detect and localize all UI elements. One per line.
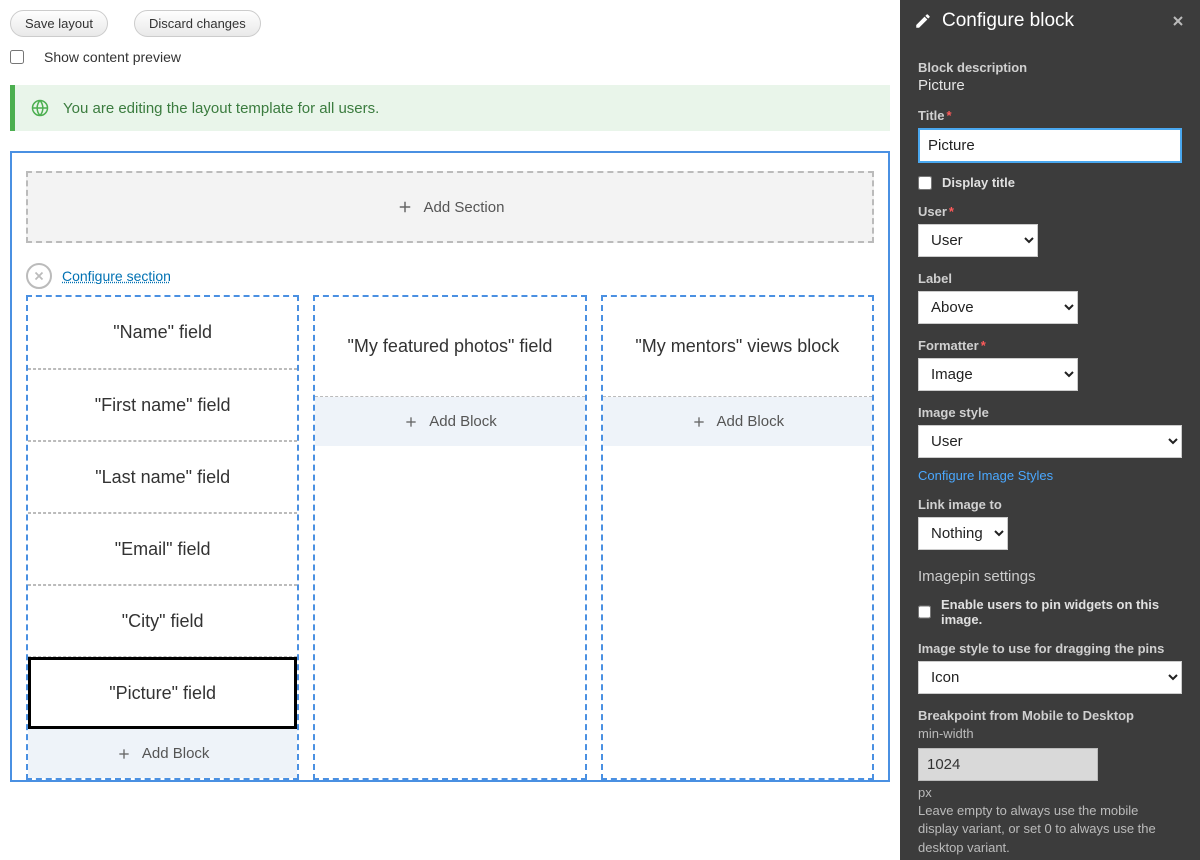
block-city-field[interactable]: "City" field (28, 585, 297, 657)
add-section-button[interactable]: Add Section (26, 171, 874, 243)
drag-style-select[interactable]: Icon (918, 661, 1182, 694)
section-header: Configure section (26, 263, 874, 289)
imagepin-settings-title: Imagepin settings (918, 568, 1182, 585)
layout-column-1: "Name" field "First name" field "Last na… (26, 295, 299, 780)
close-icon (32, 269, 46, 283)
label-label: Label (918, 271, 1182, 286)
user-select[interactable]: User (918, 224, 1038, 257)
block-description-label: Block description (918, 60, 1182, 75)
discard-changes-button[interactable]: Discard changes (134, 10, 261, 37)
configure-section-link[interactable]: Configure section (62, 268, 171, 284)
plus-icon (403, 414, 419, 430)
label-select[interactable]: Above (918, 291, 1078, 324)
panel-body: Block description Picture Title* Display… (900, 42, 1200, 860)
add-block-col1[interactable]: Add Block (28, 729, 297, 778)
layout-builder-main: Save layout Discard changes Show content… (0, 0, 900, 860)
pencil-icon (914, 12, 932, 30)
plus-icon (396, 198, 414, 216)
breakpoint-sub: min-width (918, 725, 1182, 743)
block-last-name-field[interactable]: "Last name" field (28, 441, 297, 513)
breakpoint-label: Breakpoint from Mobile to Desktop (918, 708, 1182, 723)
link-image-select[interactable]: Nothing (918, 517, 1008, 550)
close-icon[interactable] (1170, 13, 1186, 29)
enable-pin-checkbox[interactable] (918, 605, 931, 619)
user-label: User* (918, 204, 1182, 219)
add-block-label: Add Block (717, 413, 785, 430)
image-style-label: Image style (918, 405, 1182, 420)
formatter-label: Formatter* (918, 338, 1182, 353)
link-image-label: Link image to (918, 497, 1182, 512)
title-label: Title* (918, 108, 1182, 123)
block-email-field[interactable]: "Email" field (28, 513, 297, 585)
breakpoint-help: Leave empty to always use the mobile dis… (918, 802, 1182, 857)
toolbar: Save layout Discard changes (10, 10, 890, 37)
banner-text: You are editing the layout template for … (63, 100, 379, 117)
plus-icon (116, 746, 132, 762)
add-block-label: Add Block (429, 413, 497, 430)
layout-canvas: Add Section Configure section "Name" fie… (10, 151, 890, 782)
title-input[interactable] (918, 128, 1182, 163)
breakpoint-unit: px (918, 785, 1182, 800)
section-body: "Name" field "First name" field "Last na… (26, 295, 874, 780)
formatter-select[interactable]: Image (918, 358, 1078, 391)
add-block-label: Add Block (142, 745, 210, 762)
enable-pin-label: Enable users to pin widgets on this imag… (941, 597, 1182, 627)
display-title-checkbox[interactable] (918, 176, 932, 190)
block-first-name-field[interactable]: "First name" field (28, 369, 297, 441)
add-block-col3[interactable]: Add Block (603, 397, 872, 446)
drag-style-label: Image style to use for dragging the pins (918, 641, 1182, 656)
block-description-value: Picture (918, 77, 1182, 94)
display-title-label: Display title (942, 175, 1015, 190)
block-picture-field[interactable]: "Picture" field (28, 657, 297, 729)
content-preview-label: Show content preview (44, 49, 181, 65)
layout-column-3: "My mentors" views block Add Block (601, 295, 874, 780)
block-my-mentors-views[interactable]: "My mentors" views block (603, 297, 872, 397)
image-style-select[interactable]: User (918, 425, 1182, 458)
panel-header: Configure block (900, 0, 1200, 42)
block-name-field[interactable]: "Name" field (28, 297, 297, 369)
breakpoint-input[interactable] (918, 748, 1098, 781)
block-my-featured-photos-field[interactable]: "My featured photos" field (315, 297, 584, 397)
add-block-col2[interactable]: Add Block (315, 397, 584, 446)
content-preview-toggle: Show content preview (10, 49, 890, 65)
remove-section-button[interactable] (26, 263, 52, 289)
content-preview-checkbox[interactable] (10, 50, 24, 64)
save-layout-button[interactable]: Save layout (10, 10, 108, 37)
globe-icon (31, 99, 49, 117)
add-section-label: Add Section (424, 199, 505, 216)
configure-image-styles-link[interactable]: Configure Image Styles (918, 468, 1053, 483)
panel-title: Configure block (942, 10, 1160, 32)
info-banner: You are editing the layout template for … (10, 85, 890, 131)
plus-icon (691, 414, 707, 430)
configure-block-panel: Configure block Block description Pictur… (900, 0, 1200, 860)
layout-column-2: "My featured photos" field Add Block (313, 295, 586, 780)
